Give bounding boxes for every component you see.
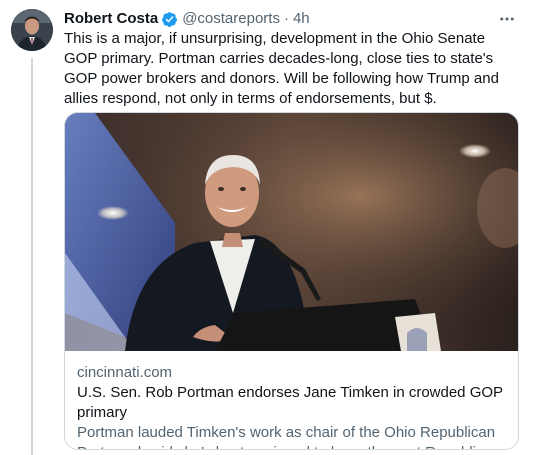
card-domain: cincinnati.com (77, 364, 173, 381)
link-preview-card[interactable]: cincinnati.com U.S. Sen. Rob Portman end… (64, 112, 519, 450)
tweet[interactable]: Robert Costa @costareports · 4h This is … (0, 0, 535, 455)
separator-dot: · (283, 10, 289, 27)
more-options-icon[interactable] (495, 9, 519, 29)
verified-badge-icon (161, 11, 178, 28)
card-title[interactable]: U.S. Sen. Rob Portman endorses Jane Timk… (77, 383, 507, 423)
card-meta: cincinnati.com U.S. Sen. Rob Portman end… (77, 363, 507, 449)
tweet-header: Robert Costa @costareports · 4h (64, 9, 519, 29)
avatar[interactable] (11, 9, 53, 51)
thread-connector-line (31, 58, 33, 455)
tweet-text: This is a major, if unsurprising, develo… (64, 30, 499, 107)
card-description: Portman lauded Timken's work as chair of… (77, 424, 504, 449)
timestamp[interactable]: 4h (293, 9, 310, 29)
author-handle[interactable]: @costareports (182, 9, 280, 29)
card-image[interactable] (65, 113, 518, 351)
author-name[interactable]: Robert Costa (64, 9, 158, 29)
